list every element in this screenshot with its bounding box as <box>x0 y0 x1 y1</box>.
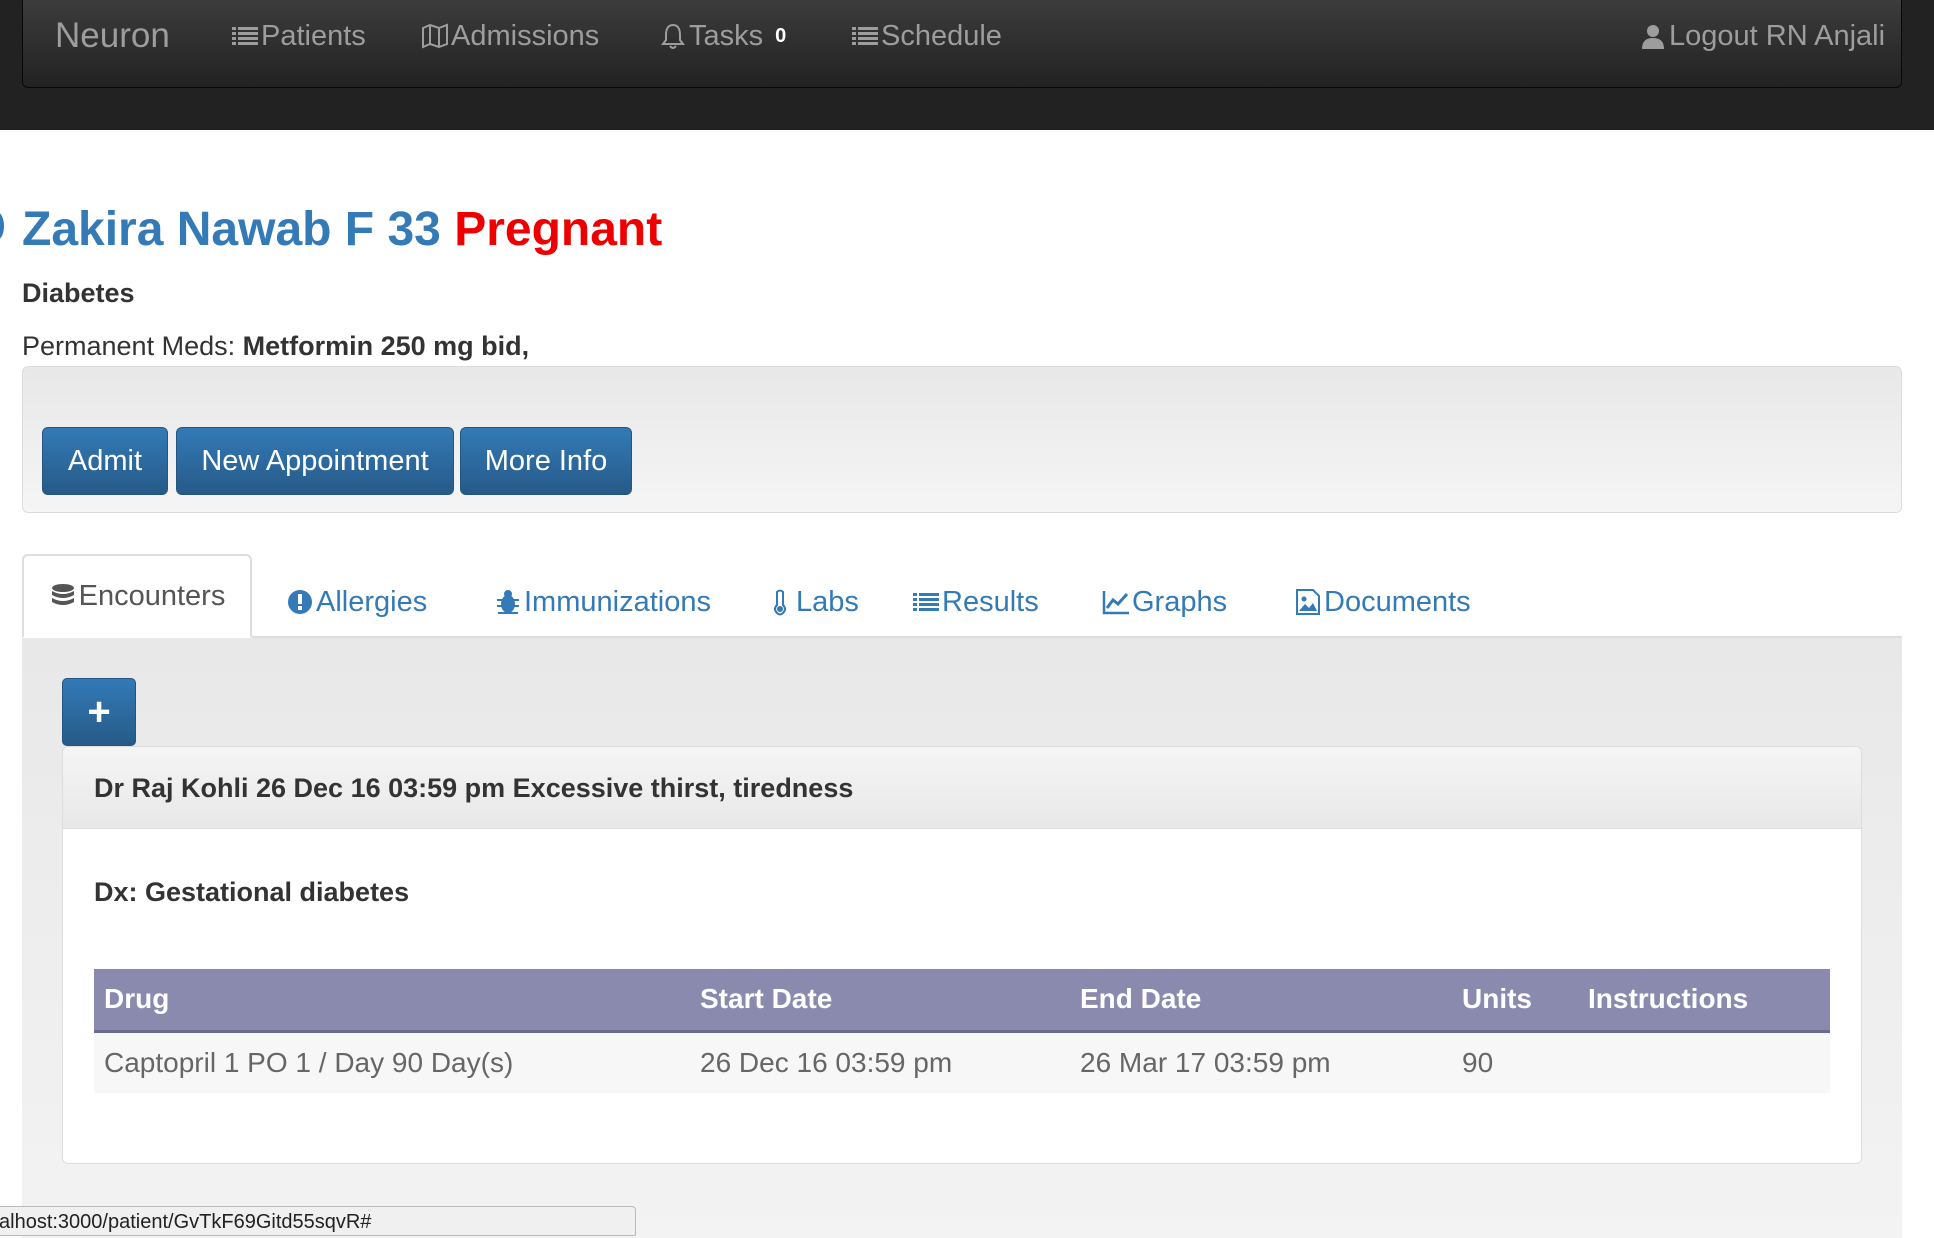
exclamation-icon <box>288 590 312 614</box>
instructions-cell <box>1578 1031 1830 1093</box>
tab-allergies[interactable]: Allergies <box>286 566 427 638</box>
tab-encounters-label: Encounters <box>78 579 226 612</box>
meds-value: Metformin 250 mg bid, <box>242 331 530 361</box>
tab-documents[interactable]: Documents <box>1294 566 1471 638</box>
nav-schedule-label: Schedule <box>881 20 1002 52</box>
column-header: Start Date <box>690 969 1070 1033</box>
tab-results[interactable]: Results <box>912 566 1039 638</box>
status-bar-url: alhost:3000/patient/GvTkF69Gitd55sqvR# <box>0 1206 636 1236</box>
tab-labs-label: Labs <box>796 585 859 618</box>
meds-label: Permanent Meds: <box>22 331 236 361</box>
list-icon <box>232 27 258 45</box>
navbar: Neuron Patients Admissions Tasks 0 Sched… <box>22 0 1902 88</box>
nav-schedule[interactable]: Schedule <box>851 16 1002 56</box>
bug-icon <box>497 590 519 614</box>
encounter-diagnosis: Dx: Gestational diabetes <box>94 877 410 907</box>
tab-allergies-label: Allergies <box>316 585 428 618</box>
nav-tasks[interactable]: Tasks 0 <box>659 16 786 56</box>
admit-button[interactable]: Admit <box>42 427 168 495</box>
tab-encounters[interactable]: Encounters <box>22 554 252 638</box>
encounter-card: Dr Raj Kohli 26 Dec 16 03:59 pm Excessiv… <box>62 746 1862 1164</box>
tab-results-label: Results <box>942 585 1039 618</box>
drug-cell: Captopril 1 PO 1 / Day 90 Day(s) <box>94 1031 690 1093</box>
tasks-count-badge: 0 <box>775 25 787 47</box>
thermometer-icon <box>774 589 786 616</box>
bell-icon <box>661 23 685 49</box>
line-chart-icon <box>1102 591 1129 615</box>
column-header: Instructions <box>1578 969 1830 1033</box>
logout-label: Logout RN Anjali <box>1669 20 1886 52</box>
tab-graphs[interactable]: Graphs <box>1102 566 1227 638</box>
tab-documents-label: Documents <box>1324 585 1471 618</box>
list-icon <box>852 27 878 45</box>
encounter-heading[interactable]: Dr Raj Kohli 26 Dec 16 03:59 pm Excessiv… <box>63 747 1861 829</box>
tab-graphs-label: Graphs <box>1132 585 1228 618</box>
more-info-button[interactable]: More Info <box>460 427 632 495</box>
column-header: End Date <box>1070 969 1452 1033</box>
permanent-meds: Permanent Meds: Metformin 250 mg bid, <box>22 329 529 363</box>
nav-patients[interactable]: Patients <box>231 16 366 56</box>
nav-admissions[interactable]: Admissions <box>421 16 599 56</box>
column-header: Drug <box>94 969 690 1033</box>
nav-admissions-label: Admissions <box>451 20 600 52</box>
add-encounter-button[interactable]: + <box>62 678 136 746</box>
table-header-row: Drug Start Date End Date Units Instructi… <box>94 969 1830 1033</box>
logout-link[interactable]: Logout RN Anjali <box>1639 16 1885 56</box>
top-bar: Neuron Patients Admissions Tasks 0 Sched… <box>0 0 1934 130</box>
pregnancy-flag: Pregnant <box>454 203 663 256</box>
tab-immunizations[interactable]: Immunizations <box>494 566 711 638</box>
nav-patients-label: Patients <box>261 20 366 52</box>
patient-condition: Diabetes <box>22 278 135 308</box>
image-icon <box>1296 589 1320 615</box>
nav-tasks-label: Tasks <box>689 20 764 52</box>
end-date-cell: 26 Mar 17 03:59 pm <box>1070 1031 1452 1093</box>
user-icon <box>1642 25 1664 49</box>
tab-immunizations-label: Immunizations <box>524 585 711 618</box>
new-appointment-button[interactable]: New Appointment <box>176 427 454 495</box>
patient-title: Zakira Nawab F 33 Pregnant <box>22 200 662 260</box>
brand-logo[interactable]: Neuron <box>55 14 170 58</box>
map-icon <box>422 23 448 49</box>
column-header: Units <box>1452 969 1578 1033</box>
units-cell: 90 <box>1452 1031 1578 1093</box>
database-icon <box>51 584 74 605</box>
list-icon <box>913 593 939 611</box>
patient-name: Zakira Nawab F 33 <box>22 203 441 256</box>
start-date-cell: 26 Dec 16 03:59 pm <box>690 1031 1070 1093</box>
tab-labs[interactable]: Labs <box>766 566 859 638</box>
title-bullet <box>0 212 4 240</box>
table-row: Captopril 1 PO 1 / Day 90 Day(s) 26 Dec … <box>94 1031 1830 1093</box>
prescriptions-table: Drug Start Date End Date Units Instructi… <box>94 969 1830 1093</box>
